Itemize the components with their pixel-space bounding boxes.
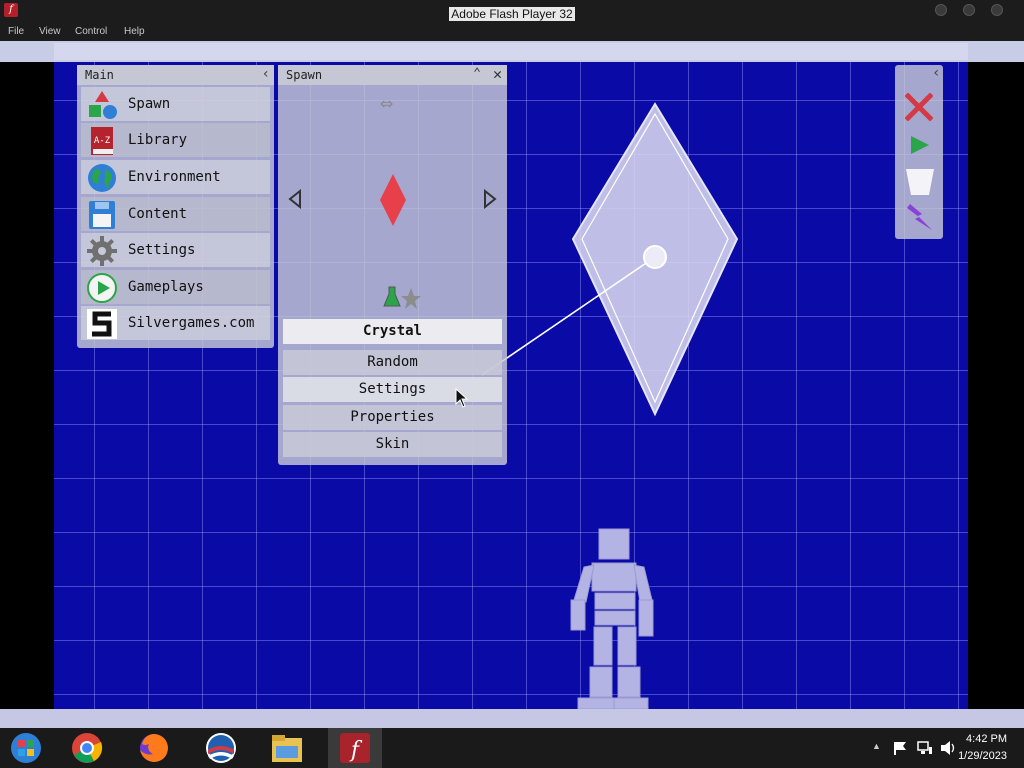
menu-view[interactable]: View — [39, 26, 61, 37]
collapse-left-icon[interactable]: ‹ — [262, 66, 270, 82]
clock-time[interactable]: 4:42 PM — [966, 733, 1007, 745]
spawn-panel-header: Spawn ⌃ ✕ — [278, 65, 507, 85]
menu-bar: File View Control Help — [0, 22, 1024, 41]
menu-item-library[interactable]: A-Z Library — [81, 123, 270, 157]
system-tray: ▲ 4:42 PM 1/29/2023 — [824, 728, 1024, 768]
floppy-disk-icon — [89, 201, 115, 229]
spawn-panel-title: Spawn — [286, 68, 323, 82]
globe-icon — [88, 164, 116, 192]
previous-arrow-icon[interactable] — [287, 189, 303, 209]
settings-option[interactable]: Settings — [283, 377, 502, 402]
menu-item-gameplays[interactable]: Gameplays — [81, 270, 270, 304]
gear-icon — [87, 236, 117, 266]
flash-player-icon[interactable]: f — [338, 732, 372, 764]
mouse-cursor-icon — [455, 388, 469, 408]
crystal-object[interactable] — [481, 102, 739, 417]
library-book-icon: A-Z — [91, 127, 113, 155]
top-boundary — [0, 41, 1024, 62]
clock-date[interactable]: 1/29/2023 — [958, 750, 1007, 762]
random-option[interactable]: Random — [283, 350, 502, 375]
spawn-panel: Spawn ⌃ ✕ ⇔ Crystal Random Settings Prop… — [278, 65, 507, 465]
play-icon[interactable] — [909, 134, 931, 156]
play-circle-icon — [87, 273, 117, 303]
drag-handle[interactable] — [643, 245, 667, 269]
maximize-button[interactable] — [963, 4, 975, 16]
selected-item-label[interactable]: Crystal — [283, 319, 502, 344]
menu-item-settings[interactable]: Settings — [81, 233, 270, 267]
close-button[interactable] — [991, 4, 1003, 16]
menu-item-label: Gameplays — [128, 279, 204, 295]
spawn-shapes-icon — [89, 91, 117, 119]
network-icon[interactable] — [917, 741, 933, 755]
firefox-icon[interactable] — [137, 732, 171, 764]
menu-item-label: Content — [128, 206, 188, 222]
collapse-up-icon[interactable]: ⌃ — [473, 66, 481, 81]
crystal-preview-icon[interactable] — [378, 173, 408, 227]
chevron-up-icon[interactable]: ▲ — [872, 741, 881, 751]
bucket-icon[interactable] — [905, 167, 935, 197]
skin-option[interactable]: Skin — [283, 432, 502, 457]
file-explorer-icon[interactable] — [270, 732, 304, 764]
menu-control[interactable]: Control — [75, 26, 107, 37]
menu-item-silvergames[interactable]: Silvergames.com — [81, 306, 270, 340]
main-panel-header: Main ‹ — [77, 65, 274, 85]
collapse-left-icon[interactable]: ‹ — [933, 65, 939, 81]
tool-panel: ‹ — [895, 65, 943, 239]
taskbar: f ▲ 4:42 PM 1/29/2023 — [0, 728, 1024, 768]
menu-item-label: Silvergames.com — [128, 315, 255, 331]
resize-horizontal-icon[interactable]: ⇔ — [380, 94, 393, 113]
flag-icon[interactable] — [893, 741, 907, 755]
menu-item-label: Settings — [128, 242, 196, 258]
lightning-icon[interactable] — [906, 202, 934, 232]
minimize-button[interactable] — [935, 4, 947, 16]
title-bar: f Adobe Flash Player 32 — [0, 0, 1024, 22]
menu-item-environment[interactable]: Environment — [81, 160, 270, 194]
menu-item-label: Library — [128, 132, 188, 148]
main-panel: Main ‹ Spawn A-Z Library Environment Con… — [77, 65, 274, 348]
svg-text:A-Z: A-Z — [94, 136, 111, 146]
menu-file[interactable]: File — [8, 26, 24, 37]
properties-option[interactable]: Properties — [283, 405, 502, 430]
close-icon[interactable]: ✕ — [493, 65, 502, 83]
menu-help[interactable]: Help — [124, 26, 145, 37]
silvergames-logo-icon — [87, 309, 117, 339]
floor-boundary — [0, 709, 1024, 728]
window-title: Adobe Flash Player 32 — [449, 7, 575, 21]
menu-item-content[interactable]: Content — [81, 197, 270, 231]
ragdoll-figure[interactable] — [570, 528, 654, 709]
flask-star-icon[interactable] — [383, 286, 421, 310]
obama-logo-icon[interactable] — [204, 732, 238, 764]
menu-item-spawn[interactable]: Spawn — [81, 87, 270, 121]
volume-icon[interactable] — [940, 740, 956, 756]
menu-item-label: Environment — [128, 169, 221, 185]
windows-start-icon[interactable] — [9, 732, 43, 764]
chrome-icon[interactable] — [70, 732, 104, 764]
next-arrow-icon[interactable] — [482, 189, 498, 209]
menu-item-label: Spawn — [128, 96, 171, 112]
delete-icon[interactable] — [905, 93, 933, 121]
main-panel-title: Main — [85, 68, 114, 82]
